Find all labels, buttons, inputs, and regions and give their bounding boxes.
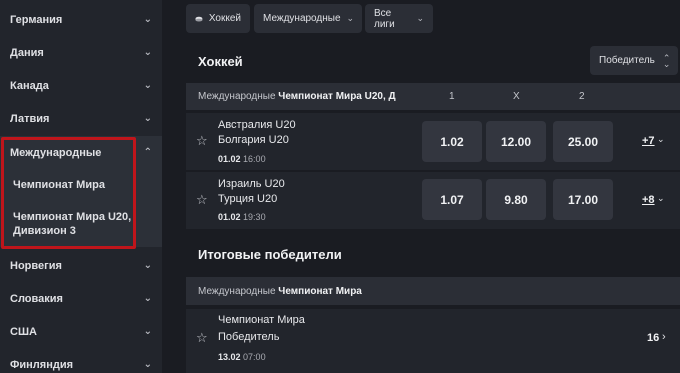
chevron-down-icon: ⌄	[143, 293, 152, 304]
sidebar-item-international[interactable]: Международные ⌃	[0, 136, 162, 169]
sidebar-item-germany[interactable]: Германия ⌄	[0, 3, 162, 36]
chevron-down-icon: ⌄	[143, 326, 152, 337]
odd-1-button[interactable]: 1.02	[422, 121, 482, 162]
star-icon[interactable]: ☆	[196, 133, 208, 149]
sidebar-item-label: Латвия	[10, 112, 50, 125]
sidebar-item-label: Германия	[10, 13, 63, 26]
team-away: Турция U20	[218, 193, 278, 205]
league-region: Международные	[198, 285, 276, 297]
outright-market: Победитель	[218, 331, 280, 343]
sidebar-item-canada[interactable]: Канада ⌄	[0, 69, 162, 102]
sidebar-item-denmark[interactable]: Дания ⌄	[0, 36, 162, 69]
sidebar-item-label: Норвегия	[10, 259, 62, 272]
chevron-down-icon: ⌄	[143, 260, 152, 271]
league-name: Чемпионат Мира U20, Д	[278, 91, 396, 102]
league-region: Международные	[198, 91, 276, 102]
sidebar-item-label: Дания	[10, 46, 44, 59]
sidebar-item-label: Канада	[10, 79, 49, 92]
match-teams[interactable]: Израиль U20 Турция U20	[218, 177, 285, 207]
outright-title: Чемпионат Мира Победитель	[218, 312, 305, 346]
match-datetime: 01.02 19:30	[218, 212, 266, 222]
star-icon[interactable]: ☆	[196, 330, 208, 346]
team-away: Болгария U20	[218, 134, 289, 146]
sort-label: Победитель	[599, 55, 655, 66]
sort-updown-icon: ⌃ ⌄	[662, 52, 671, 69]
hockey-puck-icon	[195, 16, 203, 22]
col-1-label: 1	[449, 91, 455, 102]
sidebar-item-finland[interactable]: Финляндия ⌄	[0, 348, 162, 373]
league-header: Международные Чемпионат Мира U20, Д 1 X …	[186, 83, 680, 110]
sidebar-subitem-world-championship[interactable]: Чемпионат Мира	[0, 169, 162, 201]
sidebar-subitem-u20-division3[interactable]: Чемпионат Мира U20, Дивизион 3	[0, 201, 162, 247]
sidebar-item-label: Финляндия	[10, 358, 74, 371]
sidebar-subitem-label: Чемпионат Мира U20,	[13, 211, 132, 223]
more-markets-link[interactable]: +7	[642, 135, 655, 147]
league-header-title: Международные Чемпионат Мира	[198, 286, 408, 297]
chevron-right-icon: ›	[662, 331, 666, 343]
outright-event: Чемпионат Мира	[218, 314, 305, 326]
sidebar-item-usa[interactable]: США ⌄	[0, 315, 162, 348]
team-home: Австралия U20	[218, 119, 296, 131]
league-filter-label: Все лиги	[374, 7, 395, 30]
outright-datetime: 13.02 07:00	[218, 352, 266, 362]
sort-dropdown[interactable]: Победитель ⌃ ⌄	[590, 46, 678, 75]
match-time: 19:30	[243, 212, 266, 222]
match-row: ☆ Израиль U20 Турция U20 01.02 19:30 1.0…	[186, 172, 680, 229]
odd-x-button[interactable]: 12.00	[486, 121, 546, 162]
sport-filter-label: Хоккей	[208, 13, 241, 24]
sidebar-item-label: США	[10, 325, 37, 338]
league-filter[interactable]: Все лиги ⌄	[365, 4, 433, 33]
col-x-label: X	[513, 91, 520, 102]
odd-x-button[interactable]: 9.80	[486, 179, 546, 220]
col-2-label: 2	[579, 91, 585, 102]
match-datetime: 01.02 16:00	[218, 154, 266, 164]
outright-row[interactable]: ☆ Чемпионат Мира Победитель 13.02 07:00 …	[186, 309, 680, 373]
odd-2-button[interactable]: 25.00	[553, 121, 613, 162]
match-date: 01.02	[218, 154, 241, 164]
chevron-down-icon: ⌄	[657, 193, 665, 203]
sidebar-item-slovakia[interactable]: Словакия ⌄	[0, 282, 162, 315]
outright-date: 13.02	[218, 352, 241, 362]
sidebar-subitem-label: Дивизион 3	[13, 225, 76, 237]
chevron-down-icon: ⌄	[416, 13, 424, 23]
sidebar-item-latvia[interactable]: Латвия ⌄	[0, 102, 162, 135]
match-teams[interactable]: Австралия U20 Болгария U20	[218, 118, 296, 148]
more-markets-link[interactable]: +8	[642, 194, 655, 206]
match-date: 01.02	[218, 212, 241, 222]
chevron-down-icon: ⌄	[143, 14, 152, 25]
chevron-down-icon: ⌄	[143, 113, 152, 124]
region-filter[interactable]: Международные ⌄	[254, 4, 362, 33]
star-icon[interactable]: ☆	[196, 192, 208, 208]
outright-time: 07:00	[243, 352, 266, 362]
chevron-down-icon: ⌄	[657, 134, 665, 144]
outright-section-title: Итоговые победители	[198, 247, 342, 262]
odd-1-button[interactable]: 1.07	[422, 179, 482, 220]
outright-league-header: Международные Чемпионат Мира	[186, 277, 680, 305]
sidebar-item-label: Международные	[10, 146, 102, 159]
chevron-down-icon: ⌄	[346, 13, 355, 23]
league-name: Чемпионат Мира	[278, 285, 362, 297]
sidebar: Германия ⌄ Дания ⌄ Канада ⌄ Латвия ⌄ Междуна…	[0, 0, 162, 373]
league-header-title: Международные Чемпионат Мира U20, Д	[198, 91, 408, 102]
match-time: 16:00	[243, 154, 266, 164]
chevron-up-icon: ⌃	[143, 147, 152, 158]
chevron-down-icon: ⌄	[143, 47, 152, 58]
sport-filter[interactable]: Хоккей	[186, 4, 250, 33]
match-row: ☆ Австралия U20 Болгария U20 01.02 16:00…	[186, 113, 680, 170]
sidebar-item-norway[interactable]: Норвегия ⌄	[0, 249, 162, 282]
sidebar-subitem-label: Чемпионат Мира	[13, 179, 105, 191]
chevron-down-icon: ⌄	[143, 80, 152, 91]
team-home: Израиль U20	[218, 178, 285, 190]
page-title: Хоккей	[198, 54, 243, 69]
sidebar-item-label: Словакия	[10, 292, 63, 305]
odd-2-button[interactable]: 17.00	[553, 179, 613, 220]
region-filter-label: Международные	[263, 13, 341, 24]
outright-count: 16	[647, 332, 660, 344]
chevron-down-icon: ⌄	[143, 359, 152, 370]
